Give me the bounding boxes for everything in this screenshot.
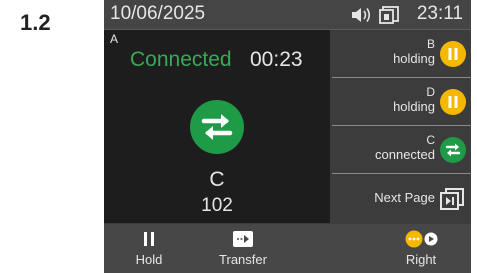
call-item-d[interactable]: D holding — [332, 78, 471, 126]
status-date: 10/06/2025 — [110, 3, 206, 24]
call-status: Connected — [130, 48, 232, 71]
transfer-icon — [440, 137, 466, 163]
call-list: B holding D holding C connected Next Pag… — [332, 30, 471, 223]
figure-label: 1.2 — [20, 10, 51, 35]
pause-icon — [144, 232, 154, 246]
right-softkey[interactable]: Right — [388, 224, 454, 273]
hold-softkey[interactable]: Hold — [118, 224, 180, 273]
pause-icon — [440, 89, 466, 115]
status-bar: 10/06/2025 23:11 — [104, 0, 471, 30]
call-item-b[interactable]: B holding — [332, 30, 471, 78]
transfer-icon — [190, 100, 244, 154]
transfer-softkey[interactable]: Transfer — [208, 224, 278, 273]
next-page-icon — [440, 188, 464, 210]
hold-label: Hold — [135, 252, 163, 267]
next-page-label: Next Page — [374, 190, 435, 205]
call-state: holding — [393, 99, 435, 114]
phone-screen: 10/06/2025 23:11 A Connected 00:23 C 102… — [104, 0, 471, 273]
transfer-arrow-icon — [233, 231, 253, 247]
call-timer: 00:23 — [250, 48, 303, 71]
call-item-c[interactable]: C connected — [332, 126, 471, 174]
more-icon — [405, 230, 438, 248]
caller-number: 102 — [201, 195, 233, 216]
call-state: connected — [375, 147, 435, 162]
window-icon — [378, 5, 400, 30]
line-label: A — [110, 32, 119, 46]
right-label: Right — [405, 252, 437, 267]
next-page-button[interactable]: Next Page — [332, 174, 471, 223]
call-state: holding — [393, 51, 435, 66]
softkey-bar: Hold Transfer Right — [104, 224, 471, 273]
transfer-label: Transfer — [219, 252, 267, 267]
call-line-label: C — [426, 133, 435, 147]
pause-icon — [440, 41, 466, 67]
caller-name: C — [209, 168, 225, 191]
speaker-icon — [350, 5, 374, 30]
call-line-label: D — [426, 85, 435, 99]
status-time: 23:11 — [416, 3, 463, 24]
active-call-panel[interactable]: A Connected 00:23 C 102 — [104, 30, 330, 223]
call-line-label: B — [426, 37, 435, 51]
